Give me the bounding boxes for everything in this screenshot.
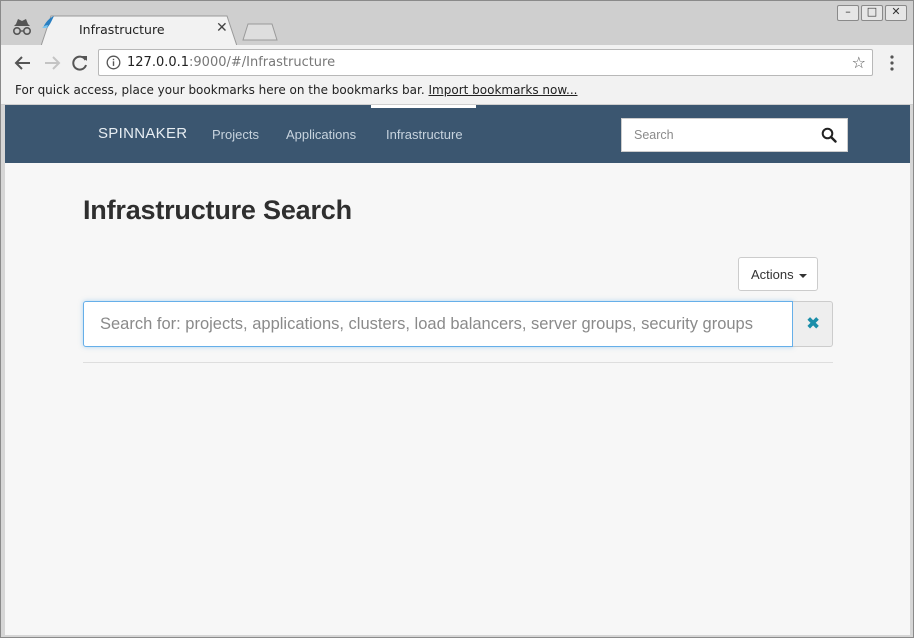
new-tab-button[interactable] <box>242 23 278 41</box>
bookmarks-prompt: For quick access, place your bookmarks h… <box>15 83 425 97</box>
info-icon[interactable] <box>106 55 121 70</box>
import-bookmarks-link[interactable]: Import bookmarks now... <box>429 83 578 97</box>
infrastructure-search-box <box>83 301 793 347</box>
window-controls: – □ ✕ <box>837 5 907 21</box>
tab-strip: Infrastructure ✕ – □ ✕ <box>1 1 913 46</box>
caret-down-icon <box>799 274 807 278</box>
actions-label: Actions <box>751 267 794 282</box>
spinnaker-favicon-icon <box>42 16 54 28</box>
app-navbar: SPINNAKER Projects Applications Infrastr… <box>5 105 910 163</box>
reload-icon[interactable] <box>70 53 90 73</box>
global-search <box>621 118 848 152</box>
global-search-input[interactable] <box>622 119 812 151</box>
browser-toolbar: 127.0.0.1:9000/#/Infrastructure ☆ <box>1 45 913 79</box>
results-divider <box>83 362 833 363</box>
tab-close-icon[interactable]: ✕ <box>216 20 228 36</box>
nav-projects[interactable]: Projects <box>212 127 259 142</box>
bookmarks-bar: For quick access, place your bookmarks h… <box>1 79 913 105</box>
tab-title: Infrastructure <box>79 22 165 37</box>
back-arrow-icon[interactable] <box>13 53 33 73</box>
close-window-button[interactable]: ✕ <box>885 5 907 21</box>
bookmark-star-icon[interactable]: ☆ <box>852 53 866 72</box>
address-path: :9000/#/Infrastructure <box>189 55 336 70</box>
forward-arrow-icon[interactable] <box>42 53 62 73</box>
address-host: 127.0.0.1 <box>127 55 190 70</box>
brand-logo[interactable]: SPINNAKER <box>98 125 187 142</box>
nav-applications[interactable]: Applications <box>286 127 356 142</box>
bookmarks-message: For quick access, place your bookmarks h… <box>15 83 578 97</box>
infrastructure-search-input[interactable] <box>84 302 792 346</box>
search-icon[interactable] <box>821 127 837 143</box>
close-icon: ✖ <box>806 314 821 334</box>
page-title: Infrastructure Search <box>83 195 352 225</box>
nav-active-indicator <box>371 105 476 108</box>
address-url: 127.0.0.1:9000/#/Infrastructure <box>127 55 335 70</box>
actions-dropdown-button[interactable]: Actions <box>738 257 818 291</box>
incognito-icon <box>12 19 32 36</box>
browser-tab[interactable]: Infrastructure ✕ <box>41 15 237 46</box>
address-bar[interactable]: 127.0.0.1:9000/#/Infrastructure ☆ <box>98 49 873 76</box>
browser-menu-icon[interactable] <box>885 53 899 73</box>
browser-window: Infrastructure ✕ – □ ✕ 127.0.0.1:9000/#/… <box>0 0 914 638</box>
nav-infrastructure[interactable]: Infrastructure <box>386 127 463 142</box>
maximize-button[interactable]: □ <box>861 5 883 21</box>
page-content: SPINNAKER Projects Applications Infrastr… <box>5 105 910 635</box>
minimize-button[interactable]: – <box>837 5 859 21</box>
clear-search-button[interactable]: ✖ <box>793 301 833 347</box>
